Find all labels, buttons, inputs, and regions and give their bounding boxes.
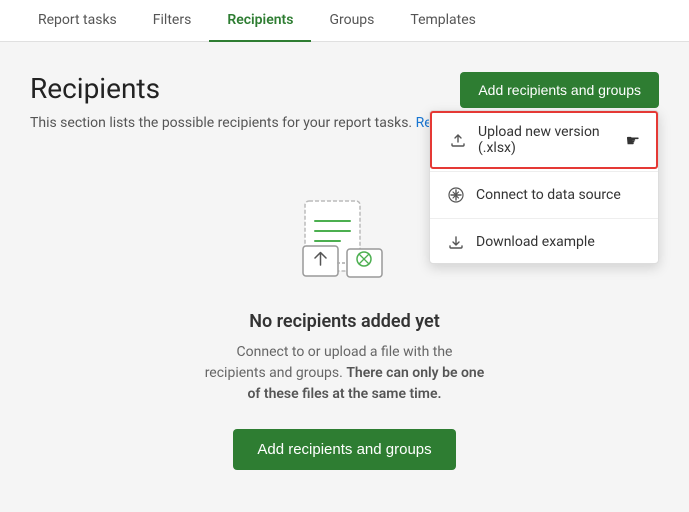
empty-state-description: Connect to or upload a file with the rec… xyxy=(205,342,485,405)
dropdown-connect-label: Connect to data source xyxy=(476,187,621,203)
divider-2 xyxy=(430,218,658,219)
dropdown-download-label: Download example xyxy=(476,234,595,250)
upload-icon xyxy=(448,130,468,150)
download-icon xyxy=(446,232,466,252)
main-content: Recipients This section lists the possib… xyxy=(0,42,689,512)
add-recipients-button-top[interactable]: Add recipients and groups xyxy=(460,72,659,108)
tab-templates[interactable]: Templates xyxy=(392,0,494,42)
empty-state-illustration xyxy=(285,191,405,291)
divider-1 xyxy=(430,171,658,172)
dropdown-menu: Upload new version (.xlsx) ☛ Connect to … xyxy=(429,110,659,264)
tab-navigation: Report tasks Filters Recipients Groups T… xyxy=(0,0,689,42)
cursor-pointer-icon: ☛ xyxy=(626,131,640,150)
tab-filters[interactable]: Filters xyxy=(135,0,210,42)
add-recipients-button-center[interactable]: Add recipients and groups xyxy=(233,429,455,470)
dropdown-item-upload[interactable]: Upload new version (.xlsx) ☛ xyxy=(430,111,658,169)
dropdown-upload-label: Upload new version (.xlsx) xyxy=(478,124,612,156)
tab-report-tasks[interactable]: Report tasks xyxy=(20,0,135,42)
dropdown-item-connect[interactable]: Connect to data source xyxy=(430,174,658,216)
tab-groups[interactable]: Groups xyxy=(311,0,392,42)
description-text: This section lists the possible recipien… xyxy=(30,115,412,131)
connect-icon xyxy=(446,185,466,205)
empty-state-title: No recipients added yet xyxy=(249,311,440,332)
dropdown-item-download[interactable]: Download example xyxy=(430,221,658,263)
tab-recipients[interactable]: Recipients xyxy=(209,0,311,42)
